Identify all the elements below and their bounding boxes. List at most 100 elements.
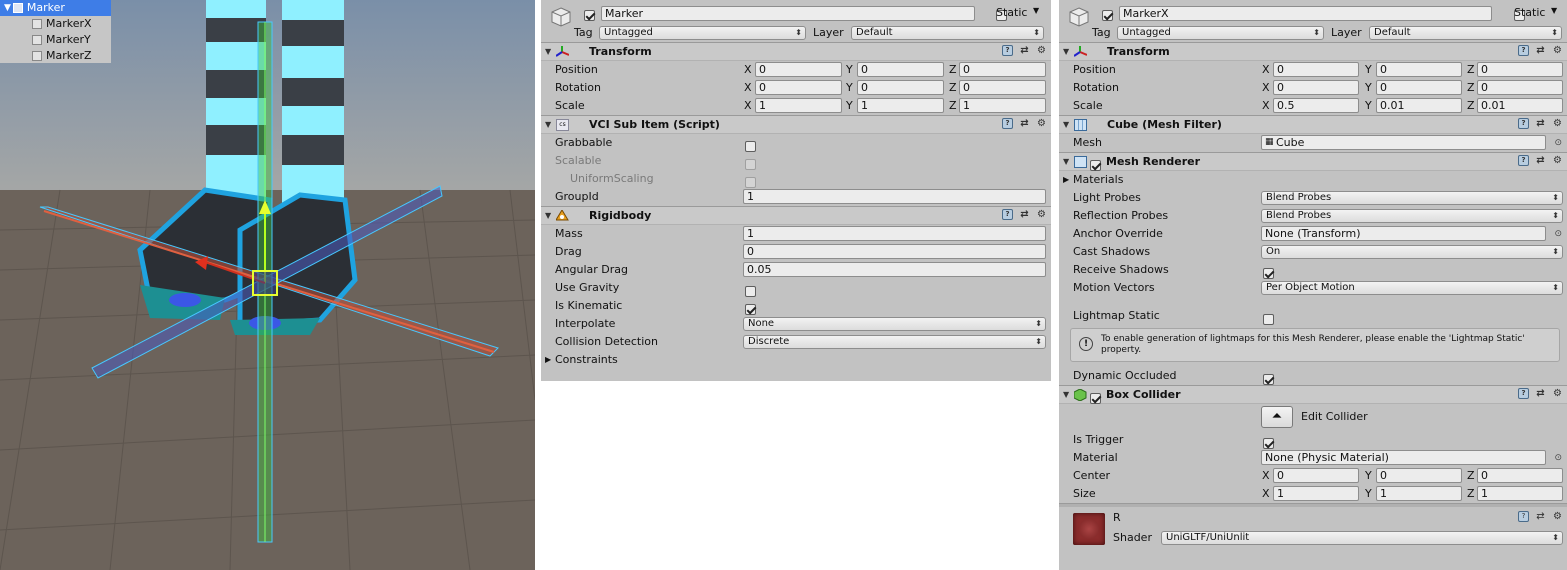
fold-arrow-icon[interactable]: ▼ [545,207,551,225]
expand-arrow-icon[interactable]: ▼ [4,0,11,16]
mesh-renderer-enabled-checkbox[interactable] [1090,159,1101,171]
scale-y-field[interactable]: 1 [857,98,944,113]
size-y-field[interactable]: 1 [1376,486,1462,501]
center-z-field[interactable]: 0 [1477,468,1563,483]
gear-icon[interactable]: ⚙ [1036,118,1047,129]
preset-icon[interactable]: ⇄ [1019,45,1030,56]
light-probes-dropdown[interactable]: Blend Probes [1261,191,1563,205]
help-book-icon[interactable]: ? [1518,388,1529,399]
object-picker-icon[interactable]: ⊙ [1554,449,1562,467]
collision-detection-dropdown[interactable]: Discrete [743,335,1046,349]
rotation-y-field[interactable]: 0 [857,80,944,95]
receive-shadows-checkbox[interactable] [1263,267,1274,279]
static-dropdown-arrow-icon[interactable]: ▼ [1551,6,1557,15]
is-kinematic-checkbox[interactable] [745,303,756,315]
position-y-field[interactable]: 0 [857,62,944,77]
scale-x-field[interactable]: 0.5 [1273,98,1359,113]
scale-y-field[interactable]: 0.01 [1376,98,1462,113]
active-checkbox[interactable] [1102,9,1113,21]
preset-icon[interactable]: ⇄ [1019,209,1030,220]
drag-field[interactable]: 0 [743,244,1046,259]
materials-row[interactable]: ▶ Materials [1059,171,1567,189]
box-collider-header[interactable]: ▼ Box Collider ? ⇄ ⚙ [1059,386,1567,404]
layer-dropdown[interactable]: Default [851,26,1044,40]
anchor-override-field[interactable]: None (Transform) [1261,226,1546,241]
expand-arrow-icon[interactable]: ▶ [1063,171,1069,189]
grabbable-checkbox[interactable] [745,140,756,152]
rotation-z-field[interactable]: 0 [1477,80,1563,95]
object-name-field[interactable]: MarkerX [1119,6,1492,21]
position-y-field[interactable]: 0 [1376,62,1462,77]
static-dropdown-arrow-icon[interactable]: ▼ [1033,6,1039,15]
size-z-field[interactable]: 1 [1477,486,1563,501]
transform-header[interactable]: ▼ Transform ? ⇄ ⚙ [541,43,1051,61]
position-z-field[interactable]: 0 [1477,62,1563,77]
layer-dropdown[interactable]: Default [1369,26,1562,40]
shader-dropdown[interactable]: UniGLTF/UniUnlit [1161,531,1563,545]
scene-view[interactable]: ▼ Marker MarkerX MarkerY MarkerZ [0,0,535,570]
help-book-icon[interactable]: ? [1518,511,1529,522]
is-trigger-checkbox[interactable] [1263,437,1274,449]
rotation-z-field[interactable]: 0 [959,80,1046,95]
angular-drag-field[interactable]: 0.05 [743,262,1046,277]
help-book-icon[interactable]: ? [1518,155,1529,166]
lightmap-static-checkbox[interactable] [1263,313,1274,325]
active-checkbox[interactable] [584,9,595,21]
group-id-field[interactable]: 1 [743,189,1046,204]
gear-icon[interactable]: ⚙ [1552,511,1563,522]
mesh-renderer-header[interactable]: ▼ Mesh Renderer ? ⇄ ⚙ [1059,153,1567,171]
hierarchy-item-markery[interactable]: MarkerY [0,32,111,48]
reflection-probes-dropdown[interactable]: Blend Probes [1261,209,1563,223]
hierarchy-item-markerx[interactable]: MarkerX [0,16,111,32]
fold-arrow-icon[interactable]: ▼ [1063,153,1069,171]
help-book-icon[interactable]: ? [1002,45,1013,56]
position-z-field[interactable]: 0 [959,62,1046,77]
transform-header[interactable]: ▼ Transform ? ⇄ ⚙ [1059,43,1567,61]
fold-arrow-icon[interactable]: ▼ [1063,386,1069,404]
gear-icon[interactable]: ⚙ [1552,45,1563,56]
constraints-row[interactable]: ▶ Constraints [541,351,1051,369]
gear-icon[interactable]: ⚙ [1552,388,1563,399]
material-preview-sphere[interactable] [1073,513,1105,545]
vci-sub-item-header[interactable]: ▼ cs VCI Sub Item (Script) ? ⇄ ⚙ [541,116,1051,134]
tag-dropdown[interactable]: Untagged [1117,26,1324,40]
scale-x-field[interactable]: 1 [755,98,842,113]
preset-icon[interactable]: ⇄ [1019,118,1030,129]
fold-arrow-icon[interactable]: ▼ [1063,43,1069,61]
scene-canvas[interactable] [0,0,535,570]
cast-shadows-dropdown[interactable]: On [1261,245,1563,259]
motion-vectors-dropdown[interactable]: Per Object Motion [1261,281,1563,295]
preset-icon[interactable]: ⇄ [1535,388,1546,399]
rigidbody-header[interactable]: ▼ Rigidbody ? ⇄ ⚙ [541,207,1051,225]
dynamic-occluded-checkbox[interactable] [1263,373,1274,385]
gear-icon[interactable]: ⚙ [1036,45,1047,56]
rotation-x-field[interactable]: 0 [755,80,842,95]
help-book-icon[interactable]: ? [1518,45,1529,56]
preset-icon[interactable]: ⇄ [1535,118,1546,129]
scale-z-field[interactable]: 0.01 [1477,98,1563,113]
gear-icon[interactable]: ⚙ [1552,155,1563,166]
hierarchy-item-markerz[interactable]: MarkerZ [0,48,111,64]
fold-arrow-icon[interactable]: ▼ [545,43,551,61]
rotation-y-field[interactable]: 0 [1376,80,1462,95]
fold-arrow-icon[interactable]: ▼ [1063,116,1069,134]
size-x-field[interactable]: 1 [1273,486,1359,501]
interpolate-dropdown[interactable]: None [743,317,1046,331]
position-x-field[interactable]: 0 [755,62,842,77]
preset-icon[interactable]: ⇄ [1535,155,1546,166]
box-collider-enabled-checkbox[interactable] [1090,392,1101,404]
rotation-x-field[interactable]: 0 [1273,80,1359,95]
collider-material-field[interactable]: None (Physic Material) [1261,450,1546,465]
hierarchy-item-marker[interactable]: ▼ Marker [0,0,111,16]
object-name-field[interactable]: Marker [601,6,975,21]
mass-field[interactable]: 1 [743,226,1046,241]
preset-icon[interactable]: ⇄ [1535,511,1546,522]
fold-arrow-icon[interactable]: ▼ [545,116,551,134]
mesh-filter-header[interactable]: ▼ Cube (Mesh Filter) ? ⇄ ⚙ [1059,116,1567,134]
edit-collider-button[interactable]: ⏶ [1261,406,1293,428]
object-picker-icon[interactable]: ⊙ [1554,134,1562,152]
help-book-icon[interactable]: ? [1002,118,1013,129]
help-book-icon[interactable]: ? [1518,118,1529,129]
scale-z-field[interactable]: 1 [959,98,1046,113]
expand-arrow-icon[interactable]: ▶ [545,351,551,369]
